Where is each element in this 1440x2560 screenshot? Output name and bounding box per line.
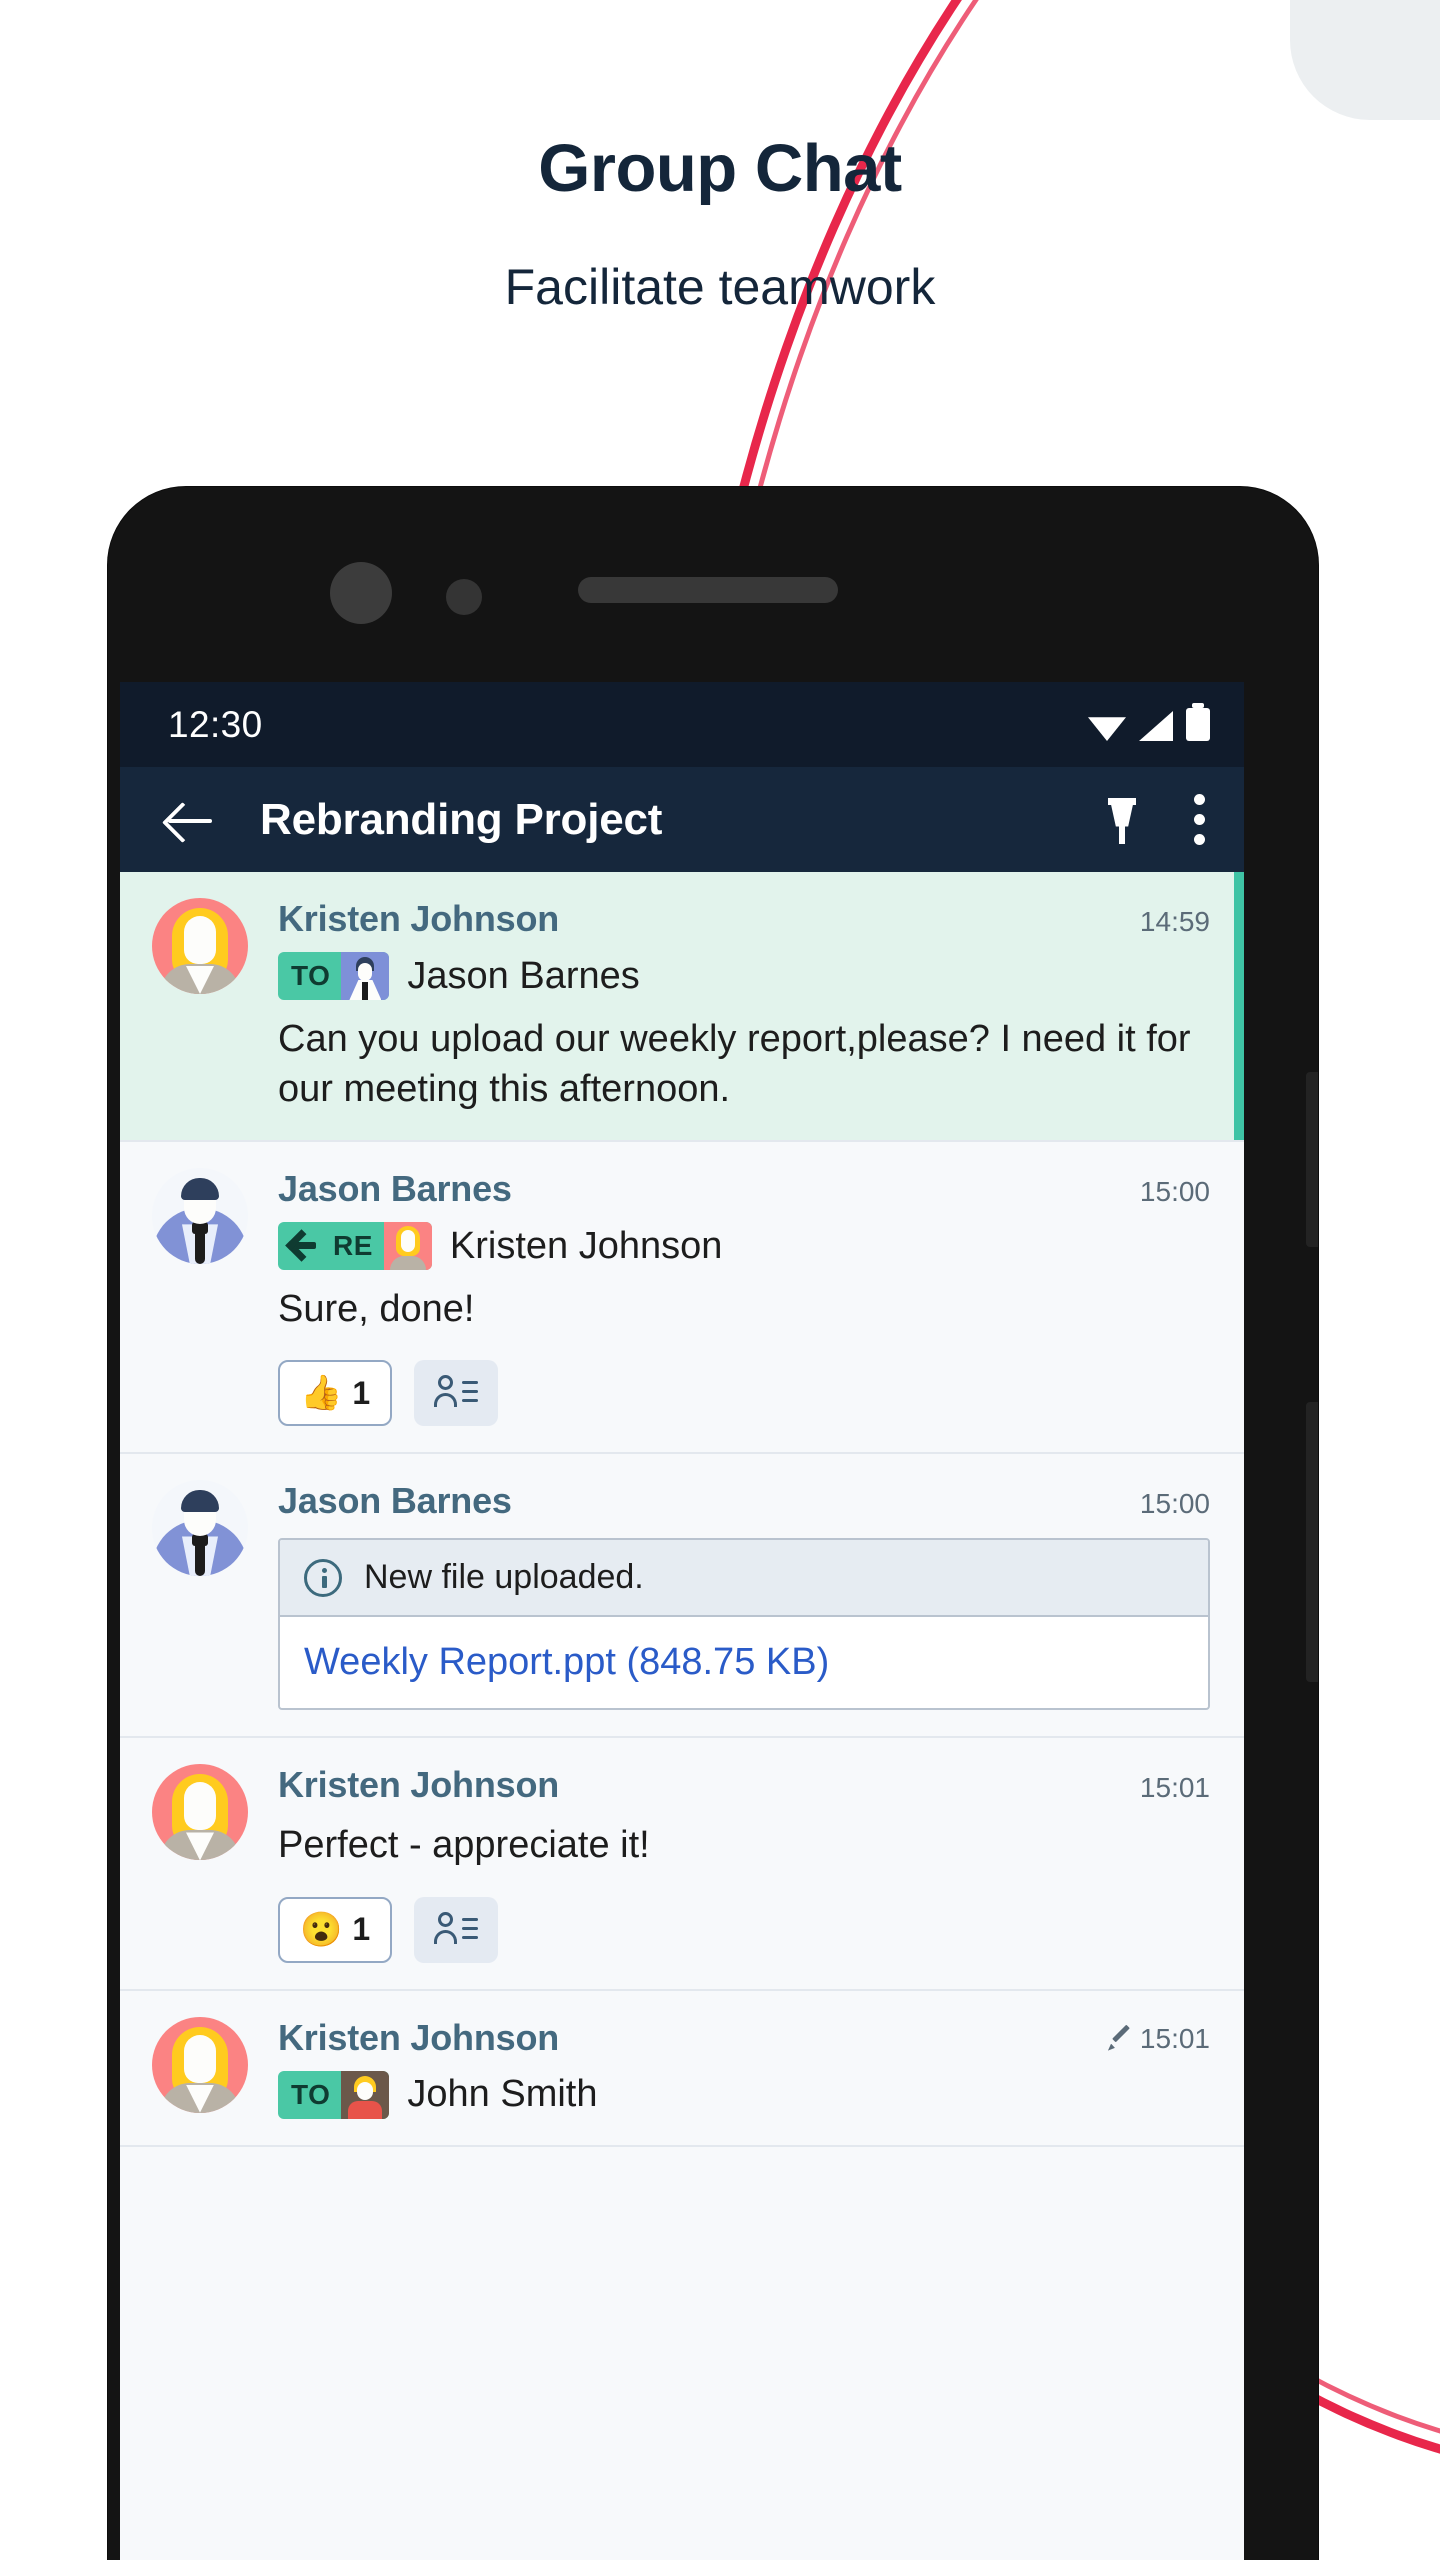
message-body: Kristen Johnson 14:59 TO Jason Barnes Ca… (278, 898, 1210, 1114)
page-root: Group Chat Facilitate teamwork 12:30 Reb… (0, 0, 1440, 2560)
message-header: Kristen Johnson 15:01 (278, 1764, 1210, 1806)
recipient-name: Jason Barnes (407, 954, 640, 997)
avatar (152, 898, 248, 994)
add-reaction-button[interactable] (414, 1360, 499, 1427)
message-item[interactable]: Kristen Johnson 15:01 TO John Smith (120, 1990, 1244, 2147)
message-header: Jason Barnes 15:00 (278, 1168, 1210, 1210)
avatar (152, 2016, 248, 2113)
pin-icon[interactable] (1100, 796, 1144, 844)
to-badge: TO (278, 952, 390, 1000)
recipient-line: TO Jason Barnes (278, 952, 1210, 1000)
avatar (152, 1168, 248, 1265)
timestamp-text: 15:00 (1139, 1176, 1210, 1208)
message-item[interactable]: Kristen Johnson 15:01 Perfect - apprecia… (120, 1738, 1244, 1991)
sender-name: Kristen Johnson (278, 2016, 560, 2058)
page-title: Group Chat (538, 131, 902, 206)
app-bar: Rebranding Project (120, 767, 1244, 872)
file-upload-card: New file uploaded. Weekly Report.ppt (84… (278, 1538, 1210, 1711)
message-text: Sure, done! (278, 1288, 475, 1331)
status-bar: 12:30 (120, 682, 1244, 767)
corner-decoration (1290, 0, 1440, 120)
add-reaction-button[interactable] (414, 1896, 499, 1963)
recipient-line: RE Kristen Johnson (278, 1222, 1210, 1271)
file-notice: New file uploaded. (280, 1540, 1208, 1618)
timestamp-text: 15:01 (1139, 2022, 1210, 2054)
volume-button[interactable] (1306, 1072, 1318, 1247)
earpiece-speaker (578, 577, 838, 603)
to-badge: TO (278, 2070, 390, 2119)
timestamp-text: 15:01 (1139, 1772, 1210, 1804)
reply-arrow-icon (286, 1222, 320, 1270)
surprised-face-icon: 😮 (300, 1910, 343, 1949)
front-camera-icon (330, 562, 392, 624)
app-bar-actions (1100, 793, 1206, 846)
message-header: Kristen Johnson 14:59 (278, 898, 1210, 940)
reaction-count: 1 (352, 1911, 371, 1948)
thumbs-up-reaction[interactable]: 👍 1 (278, 1360, 393, 1427)
badge-label: RE (333, 1230, 373, 1262)
sender-name: Jason Barnes (278, 1168, 512, 1210)
re-badge: RE (278, 1222, 432, 1271)
badge-label: TO (291, 2078, 331, 2110)
message-body: Jason Barnes 15:00 New file uploaded. We… (278, 1480, 1210, 1711)
message-item[interactable]: Kristen Johnson 14:59 TO Jason Barnes Ca… (120, 872, 1244, 1143)
pencil-icon (1108, 2028, 1130, 2050)
people-list-icon (434, 1911, 479, 1948)
badge-label: TO (291, 960, 331, 991)
recipient-avatar (341, 952, 390, 1000)
signal-icon (1139, 711, 1173, 741)
message-body: Jason Barnes 15:00 RE Kristen Johnson Su… (278, 1168, 1210, 1427)
sender-name: Jason Barnes (278, 1480, 512, 1522)
reaction-bar: 😮 1 (278, 1896, 1210, 1963)
message-list: Kristen Johnson 14:59 TO Jason Barnes Ca… (120, 872, 1244, 2147)
back-arrow-icon[interactable] (162, 792, 218, 848)
avatar (152, 1764, 248, 1861)
reaction-bar: 👍 1 (278, 1360, 1210, 1427)
recipient-name: Kristen Johnson (449, 1224, 723, 1267)
status-time: 12:30 (168, 703, 263, 745)
message-body: Kristen Johnson 15:01 Perfect - apprecia… (278, 1764, 1210, 1963)
thumbs-up-icon: 👍 (300, 1374, 343, 1413)
recipient-avatar (383, 1222, 432, 1271)
timestamp-text: 14:59 (1139, 906, 1210, 937)
power-button[interactable] (1306, 1402, 1318, 1682)
message-body: Kristen Johnson 15:01 TO John Smith (278, 2017, 1210, 2119)
timestamp-text: 15:00 (1139, 1488, 1210, 1520)
recipient-avatar (341, 2070, 390, 2119)
phone-mockup: 12:30 Rebranding Project Kristen Johnson… (108, 487, 1318, 2560)
file-notice-text: New file uploaded. (364, 1558, 644, 1597)
more-vertical-icon[interactable] (1194, 793, 1206, 846)
message-item[interactable]: Jason Barnes 15:00 New file uploaded. We… (120, 1454, 1244, 1739)
surprised-reaction[interactable]: 😮 1 (278, 1896, 393, 1963)
message-text: Can you upload our weekly report,please?… (278, 1018, 1191, 1111)
phone-screen: 12:30 Rebranding Project Kristen Johnson… (120, 682, 1244, 2560)
status-icons (1088, 703, 1210, 741)
people-list-icon (434, 1375, 479, 1411)
recipient-line: TO John Smith (278, 2070, 1210, 2119)
file-link[interactable]: Weekly Report.ppt (848.75 KB) (280, 1617, 1208, 1708)
sensor-icon (446, 579, 482, 615)
message-header: Kristen Johnson 15:01 (278, 2017, 1210, 2059)
message-time: 15:01 (1140, 1772, 1210, 1804)
reaction-count: 1 (352, 1374, 371, 1411)
message-item[interactable]: Jason Barnes 15:00 RE Kristen Johnson Su… (120, 1142, 1244, 1455)
message-header: Jason Barnes 15:00 (278, 1480, 1210, 1522)
chat-title: Rebranding Project (260, 794, 663, 844)
message-text: Perfect - appreciate it! (278, 1824, 650, 1867)
avatar (152, 1480, 248, 1577)
sender-name: Kristen Johnson (278, 898, 560, 939)
info-icon (304, 1558, 342, 1597)
message-time: 15:00 (1140, 1488, 1210, 1520)
page-subtitle: Facilitate teamwork (504, 259, 936, 315)
recipient-name: John Smith (407, 2073, 598, 2116)
wifi-icon (1088, 717, 1126, 741)
battery-icon (1186, 703, 1210, 741)
sender-name: Kristen Johnson (278, 1764, 560, 1806)
message-time: 15:00 (1140, 1176, 1210, 1208)
message-time: 14:59 (1140, 906, 1210, 938)
message-time: 15:01 (1108, 2023, 1210, 2055)
